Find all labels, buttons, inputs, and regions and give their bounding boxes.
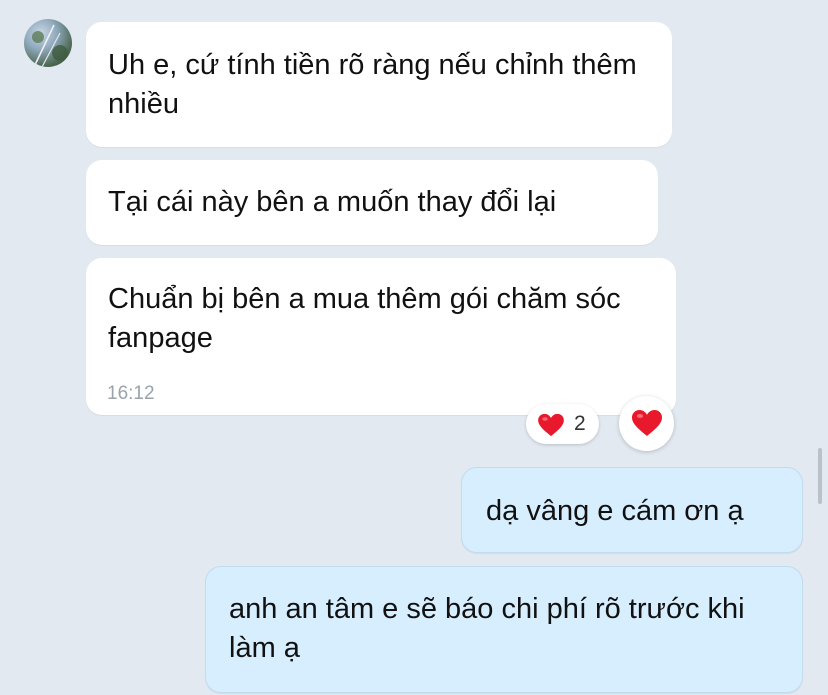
message-text: anh an tâm e sẽ báo chi phí rõ trước khi…	[229, 593, 745, 664]
outgoing-message-bubble[interactable]: anh an tâm e sẽ báo chi phí rõ trước khi…	[205, 566, 803, 693]
incoming-message-bubble[interactable]: Chuẩn bị bên a mua thêm gói chăm sóc fan…	[86, 258, 676, 415]
message-text: Uh e, cứ tính tiền rõ ràng nếu chỉnh thê…	[108, 49, 637, 120]
incoming-message-bubble[interactable]: Tại cái này bên a muốn thay đổi lại	[86, 160, 658, 245]
scrollbar-thumb[interactable]	[818, 448, 822, 504]
add-reaction-button[interactable]	[619, 396, 674, 451]
message-text: dạ vâng e cám ơn ạ	[486, 495, 744, 527]
contact-avatar[interactable]	[24, 19, 72, 67]
message-text: Tại cái này bên a muốn thay đổi lại	[108, 186, 557, 218]
outgoing-message-bubble[interactable]: dạ vâng e cám ơn ạ	[461, 467, 803, 553]
message-timestamp: 16:12	[107, 383, 155, 404]
message-text: Chuẩn bị bên a mua thêm gói chăm sóc fan…	[108, 283, 621, 354]
reaction-summary[interactable]: 2	[526, 404, 599, 444]
reaction-count: 2	[574, 412, 586, 435]
incoming-message-bubble[interactable]: Uh e, cứ tính tiền rõ ràng nếu chỉnh thê…	[86, 22, 672, 147]
red-heart-icon	[537, 413, 565, 442]
red-heart-icon	[631, 409, 663, 442]
